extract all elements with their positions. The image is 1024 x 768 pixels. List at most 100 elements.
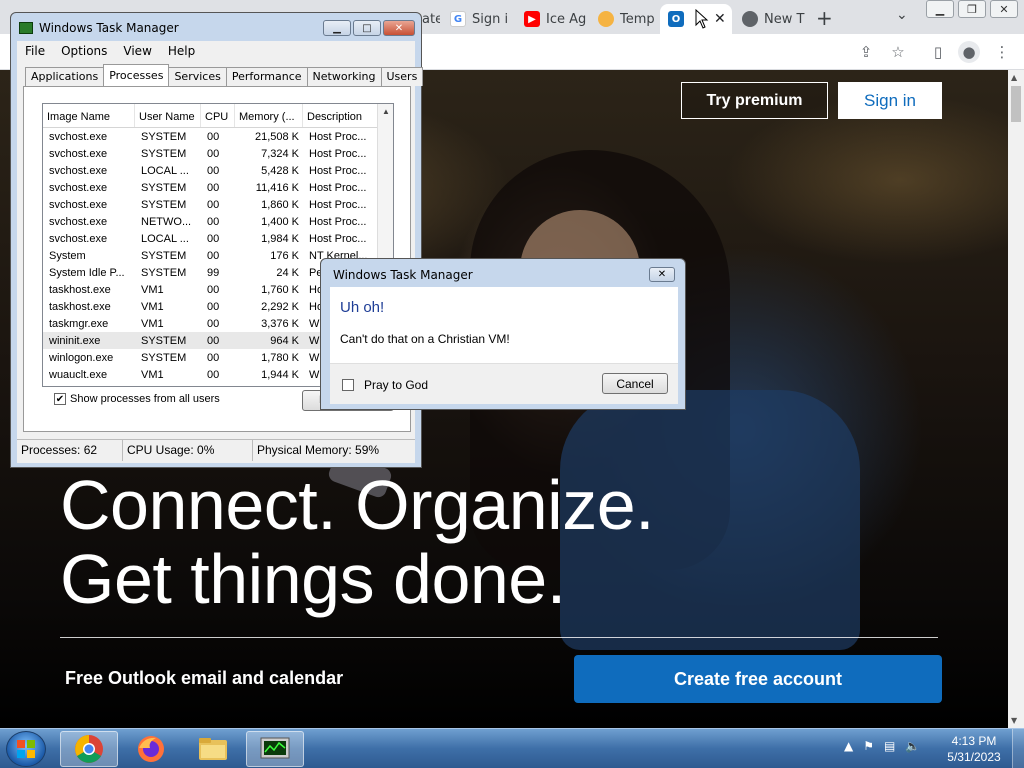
hero-line-2: Get things done.: [60, 540, 566, 618]
process-row[interactable]: svchost.exe SYSTEM 00 11,416 K Host Proc...: [43, 179, 393, 196]
close-icon[interactable]: ✕: [990, 0, 1018, 18]
close-icon[interactable]: ✕: [383, 20, 415, 36]
status-bar: Processes: 62 CPU Usage: 0% Physical Mem…: [17, 439, 415, 461]
minimize-icon[interactable]: ▁: [926, 0, 954, 18]
menu-bar: File Options View Help: [17, 41, 415, 61]
cancel-button[interactable]: Cancel: [602, 373, 668, 394]
browser-tab-new[interactable]: New T: [738, 4, 808, 34]
try-premium-button[interactable]: Try premium: [681, 82, 828, 119]
hero-line-1: Connect. Organize.: [60, 466, 655, 544]
menu-options[interactable]: Options: [61, 44, 107, 58]
scroll-down-icon[interactable]: ▼: [1011, 716, 1017, 725]
scroll-up-icon[interactable]: ▲: [1011, 73, 1017, 82]
dialog-footer: Pray to God Cancel: [330, 363, 678, 404]
process-cell: LOCAL ...: [141, 164, 189, 177]
column-user-name[interactable]: User Name: [135, 104, 201, 127]
tab-networking[interactable]: Networking: [306, 67, 382, 86]
process-cell: Host Proc...: [309, 130, 367, 143]
taskbar-chrome[interactable]: [60, 731, 118, 767]
checkbox-checked-icon[interactable]: ✔: [54, 393, 66, 405]
maximize-icon[interactable]: □: [353, 20, 381, 36]
tab-performance[interactable]: Performance: [225, 67, 308, 86]
dialog-title: Windows Task Manager: [333, 268, 473, 282]
process-row[interactable]: svchost.exe SYSTEM 00 7,324 K Host Proc...: [43, 145, 393, 162]
windows-logo-icon: [17, 740, 35, 758]
process-cell: 5,428 K: [261, 164, 299, 177]
close-tab-icon[interactable]: ✕: [714, 11, 726, 27]
bookmark-star-icon[interactable]: ☆: [888, 42, 908, 62]
youtube-icon: ▶: [524, 11, 540, 27]
taskbar-task-manager[interactable]: [246, 731, 304, 767]
process-cell: 00: [207, 198, 220, 211]
tab-processes[interactable]: Processes: [103, 64, 170, 86]
menu-kebab-icon[interactable]: ⋮: [992, 42, 1012, 62]
taskbar-clock[interactable]: 4:13 PM 5/31/2023: [944, 733, 1004, 765]
profile-avatar-icon[interactable]: ●: [958, 41, 980, 63]
menu-help[interactable]: Help: [168, 44, 195, 58]
process-cell: 2,292 K: [261, 300, 299, 313]
column-image-name[interactable]: Image Name: [43, 104, 135, 127]
tab-users[interactable]: Users: [380, 67, 424, 86]
dialog-body: Uh oh! Can't do that on a Christian VM! …: [330, 287, 678, 404]
process-cell: winlogon.exe: [49, 351, 114, 364]
browser-tab-google[interactable]: G Sign i: [446, 4, 516, 34]
show-all-users-checkbox[interactable]: ✔ Show processes from all users: [54, 393, 220, 405]
side-panel-icon[interactable]: ▯: [928, 42, 948, 62]
column-memory[interactable]: Memory (...: [235, 104, 303, 127]
tab-label: New T: [764, 11, 805, 27]
pray-to-god-checkbox[interactable]: Pray to God: [342, 378, 428, 392]
status-cpu-usage: CPU Usage: 0%: [123, 440, 253, 461]
taskbar-firefox[interactable]: [122, 731, 180, 767]
page-scrollbar[interactable]: ▲ ▼: [1008, 70, 1024, 728]
process-row[interactable]: svchost.exe NETWO... 00 1,400 K Host Proc...: [43, 213, 393, 230]
process-cell: svchost.exe: [49, 147, 108, 160]
menu-view[interactable]: View: [123, 44, 151, 58]
menu-file[interactable]: File: [25, 44, 45, 58]
window-controls: ▁ □ ✕: [323, 20, 415, 36]
tagline: Free Outlook email and calendar: [65, 668, 344, 688]
process-cell: 11,416 K: [255, 181, 299, 194]
tab-search-icon[interactable]: ⌄: [896, 7, 908, 23]
process-cell: VM1: [141, 317, 164, 330]
dialog-heading: Uh oh!: [340, 299, 385, 316]
process-cell: 24 K: [276, 266, 299, 279]
process-cell: svchost.exe: [49, 232, 108, 245]
new-tab-button[interactable]: +: [816, 6, 833, 30]
volume-muted-icon[interactable]: 🔈: [905, 739, 920, 753]
process-cell: svchost.exe: [49, 164, 108, 177]
create-free-account-button[interactable]: Create free account: [574, 655, 942, 703]
scroll-up-icon[interactable]: ▲: [382, 107, 390, 116]
action-center-flag-icon[interactable]: ⚑: [863, 739, 874, 753]
process-row[interactable]: svchost.exe SYSTEM 00 1,860 K Host Proc...: [43, 196, 393, 213]
show-hidden-icons-icon[interactable]: ▲: [844, 739, 853, 753]
network-icon[interactable]: ▤: [884, 739, 895, 753]
process-cell: 00: [207, 130, 220, 143]
process-row[interactable]: svchost.exe SYSTEM 00 21,508 K Host Proc...: [43, 128, 393, 145]
process-cell: SYSTEM: [141, 351, 187, 364]
taskbar-explorer[interactable]: [184, 731, 242, 767]
start-button[interactable]: [6, 731, 46, 767]
chrome-icon: [742, 11, 758, 27]
dialog-close-icon[interactable]: ✕: [649, 267, 675, 282]
tab-services[interactable]: Services: [168, 67, 227, 86]
windows-taskbar: ▲ ⚑ ▤ 🔈 4:13 PM 5/31/2023: [0, 728, 1024, 768]
task-manager-icon: [260, 737, 290, 759]
checkbox-unchecked-icon[interactable]: [342, 379, 354, 391]
sign-in-button[interactable]: Sign in: [838, 82, 942, 119]
process-cell: 00: [207, 351, 220, 364]
process-row[interactable]: svchost.exe LOCAL ... 00 1,984 K Host Proc..…: [43, 230, 393, 247]
browser-tab-youtube[interactable]: ▶ Ice Ag: [520, 4, 590, 34]
column-description[interactable]: Description: [303, 104, 379, 127]
browser-window-controls: ▁ ❐ ✕: [926, 0, 1018, 18]
restore-icon[interactable]: ❐: [958, 0, 986, 18]
show-desktop-button[interactable]: [1012, 729, 1024, 768]
minimize-icon[interactable]: ▁: [323, 20, 351, 36]
process-cell: 176 K: [270, 249, 299, 262]
process-row[interactable]: svchost.exe LOCAL ... 00 5,428 K Host Proc..…: [43, 162, 393, 179]
share-icon[interactable]: ⇪: [856, 42, 876, 62]
tab-applications[interactable]: Applications: [25, 67, 105, 86]
column-cpu[interactable]: CPU: [201, 104, 235, 127]
browser-tab-temp[interactable]: Temp: [594, 4, 656, 34]
process-cell: 00: [207, 249, 220, 262]
scrollbar-thumb[interactable]: [1011, 86, 1021, 122]
